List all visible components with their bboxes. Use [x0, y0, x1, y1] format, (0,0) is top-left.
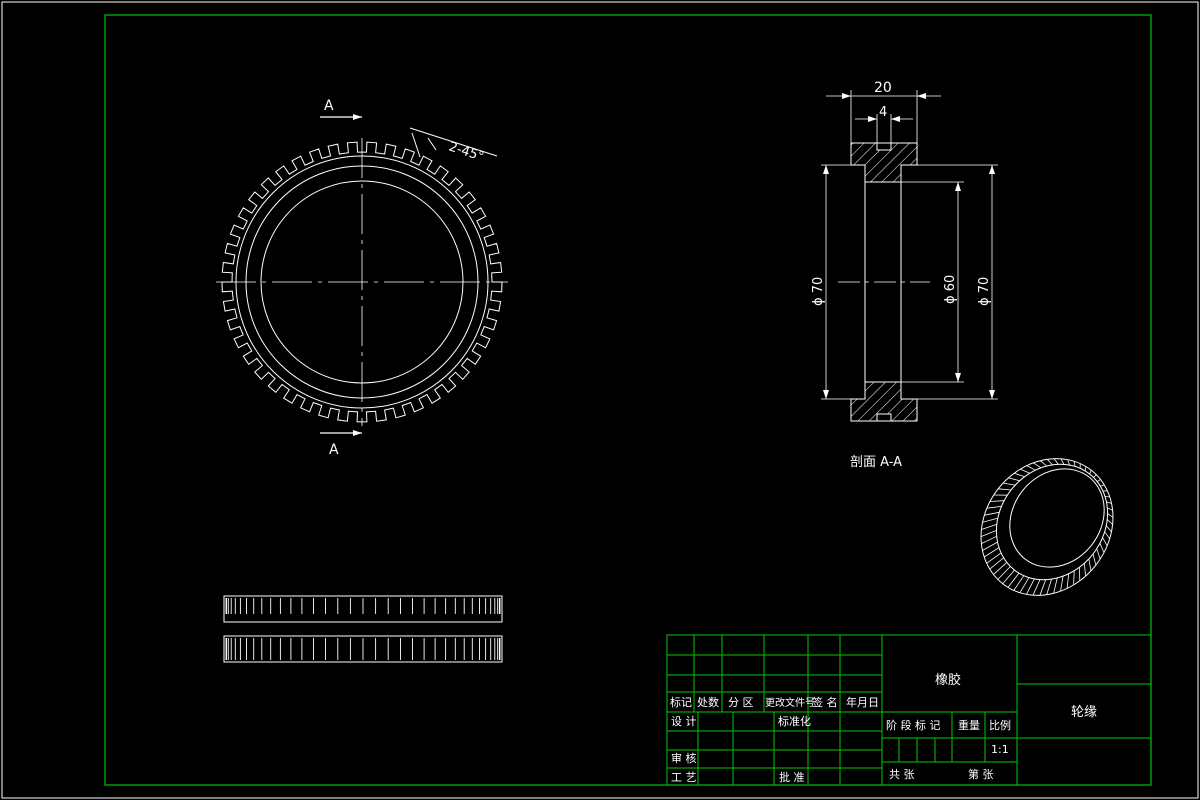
iso-tooth-line [1105, 525, 1112, 532]
design-label: 设 计 [671, 715, 697, 728]
iso-tooth-line [1073, 570, 1075, 585]
review-label: 审 核 [671, 751, 697, 765]
iso-tooth-line [1107, 513, 1114, 518]
iso-tooth-line [1106, 519, 1113, 525]
iso-tooth-line [982, 541, 998, 551]
drawing-sheet: A A 2-45° 20 4 ϕ 70 ϕ 60 ϕ 70 剖面 A-A 橡胶 … [1, 1, 1199, 799]
iso-tooth-line [1083, 563, 1086, 577]
standardization-label: 标准化 [778, 714, 811, 728]
title-block-text: 橡胶 轮缘 标记 处数 分 区 更改文件号 签 名 年月日 设 计 标准化 阶 … [670, 672, 1097, 784]
iso-tooth-line [1102, 537, 1108, 546]
section-mark-top: A [324, 98, 334, 114]
iso-tooth-line [1053, 577, 1058, 594]
iso-tooth-line [1002, 482, 1016, 486]
iso-tooth-line [1032, 579, 1041, 596]
sheet-index-label: 第 张 [968, 767, 994, 781]
drawing-frame [104, 14, 1152, 786]
iso-tooth-line [1066, 573, 1070, 589]
dim-inner-text: ϕ 60 [943, 275, 958, 304]
approve-label: 批 准 [779, 770, 805, 784]
iso-tooth-line [1039, 579, 1047, 596]
iso-tooth-line [1107, 507, 1113, 511]
chamfer-extension [411, 132, 421, 158]
iso-bore [1009, 468, 1105, 568]
chamfer-extension-2 [427, 137, 437, 151]
iso-tooth-line [989, 500, 1005, 502]
iso-tooth-line [1047, 459, 1053, 466]
iso-teeth [980, 458, 1114, 596]
part-name: 轮缘 [1071, 705, 1097, 720]
dim-outer-left-text: ϕ 70 [811, 277, 826, 306]
iso-tooth-line [1088, 558, 1092, 571]
iso-tooth-line [986, 506, 1002, 509]
iso-tooth-line [981, 524, 997, 530]
iso-tooth-line [980, 530, 997, 537]
section-mark-bottom: A [329, 442, 339, 458]
process-label: 工 艺 [671, 771, 697, 784]
iso-tooth-line [1096, 548, 1101, 560]
header-label-6: 年月日 [846, 695, 879, 709]
material-label: 橡胶 [935, 672, 961, 688]
header-label-5: 签 名 [812, 695, 838, 709]
dim-width-text: 20 [874, 80, 892, 96]
section-hatch-bottom [850, 381, 918, 422]
iso-tooth-line [1099, 543, 1105, 553]
iso-tooth-line [1060, 576, 1064, 592]
iso-tooth-line [1040, 460, 1047, 467]
iso-tooth-line [1100, 484, 1105, 487]
iso-tooth-line [1060, 458, 1065, 465]
section-caption: 剖面 A-A [850, 455, 902, 470]
scale-value: 1:1 [991, 743, 1009, 756]
iso-tooth-line [1092, 553, 1097, 566]
dim-groove-text: 4 [879, 105, 887, 120]
iso-tooth-line [984, 511, 1000, 516]
header-label-4: 更改文件号 [765, 696, 815, 709]
iso-tooth-line [1026, 465, 1036, 471]
chamfer-note: 2-45° [447, 140, 486, 165]
header-label-3: 分 区 [728, 696, 754, 709]
section-hatch-top [850, 142, 918, 183]
weight-label: 重量 [958, 718, 980, 732]
tooth-strip-view [223, 595, 503, 663]
iso-tooth-line [982, 517, 998, 523]
iso-tooth-line [1020, 468, 1030, 474]
iso-tooth-line [1104, 531, 1111, 540]
isometric-view [980, 458, 1114, 596]
iso-tooth-line [1084, 466, 1087, 471]
dim-outer-right-text: ϕ 70 [977, 277, 992, 306]
iso-tooth-line [1046, 578, 1052, 595]
section-view: 20 4 ϕ 70 ϕ 60 ϕ 70 剖面 A-A [811, 80, 998, 470]
iso-tooth-line [1053, 458, 1059, 465]
strip-slots [225, 598, 501, 660]
header-label-1: 标记 [670, 695, 692, 709]
header-label-2: 处数 [697, 696, 719, 709]
stage-label: 阶 段 标 记 [886, 718, 941, 732]
iso-tooth-line [1033, 462, 1042, 469]
sheet-total-label: 共 张 [889, 768, 915, 781]
iso-tooth-line [1093, 474, 1097, 478]
iso-tooth-line [1008, 477, 1020, 482]
sheet-border [1, 1, 1199, 799]
iso-tooth-line [981, 535, 997, 544]
front-view: A A 2-45° [216, 98, 508, 458]
iso-tooth-line [1014, 472, 1025, 478]
iso-tooth-line [1026, 578, 1035, 595]
scale-label: 比例 [989, 718, 1011, 732]
iso-tooth-line [1097, 479, 1101, 482]
iso-tooth-line [1089, 470, 1092, 475]
iso-tooth-line [998, 488, 1012, 491]
